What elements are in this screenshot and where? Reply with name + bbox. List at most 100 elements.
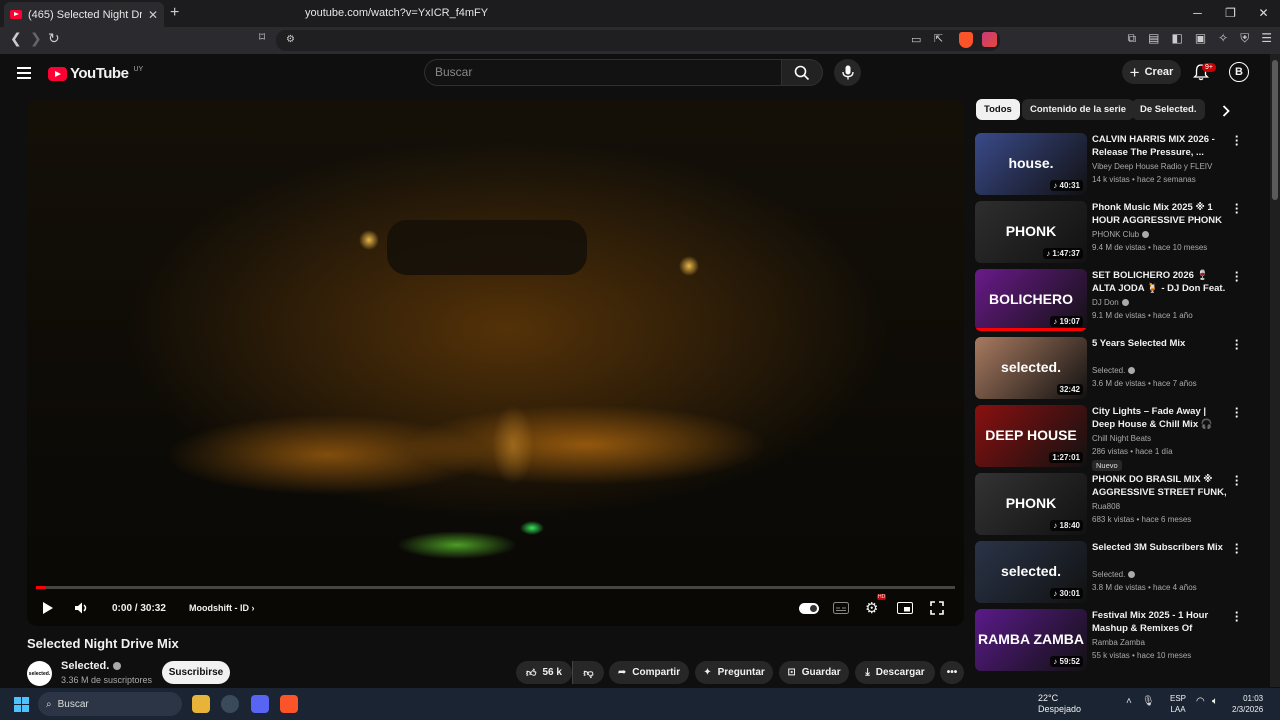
back-icon[interactable]: ❮ bbox=[10, 30, 22, 47]
restore-icon[interactable]: ❐ bbox=[1214, 0, 1247, 27]
language-indicator[interactable]: ESP LAA bbox=[1170, 693, 1186, 715]
list-item[interactable]: BOLICHERO ♪ 19:07 SET BOLICHERO 2026 🍷 ALT… bbox=[975, 266, 1265, 333]
volume-icon[interactable] bbox=[74, 601, 90, 615]
search-input[interactable] bbox=[435, 65, 781, 79]
create-button[interactable]: + Crear bbox=[1122, 60, 1181, 84]
video-thumbnail[interactable]: PHONK ♪ 1:47:37 bbox=[975, 201, 1087, 263]
more-vertical-icon[interactable]: · · · bbox=[1233, 198, 1241, 219]
list-item[interactable]: selected. 32:42 5 Years Selected Mix Select… bbox=[975, 334, 1265, 401]
channel-avatar[interactable]: selected. bbox=[27, 661, 52, 686]
download-button[interactable]: ⤓ Descargar bbox=[855, 661, 935, 684]
url-text[interactable]: youtube.com/watch?v=YxICR_f4mFY bbox=[305, 7, 488, 19]
recommendation-channel[interactable]: Selected. bbox=[1092, 570, 1136, 579]
scrollbar-thumb[interactable] bbox=[1272, 60, 1278, 200]
windows-start-icon[interactable] bbox=[14, 697, 29, 712]
recommendation-title[interactable]: 5 Years Selected Mix bbox=[1092, 337, 1230, 350]
page-scrollbar[interactable] bbox=[1270, 54, 1280, 687]
fullscreen-icon[interactable] bbox=[930, 601, 944, 615]
recommendation-title[interactable]: SET BOLICHERO 2026 🍷 ALTA JODA 🍹 - DJ Do… bbox=[1092, 269, 1230, 295]
tray-mic-icon[interactable]: 🎙︎ bbox=[1142, 696, 1155, 707]
bookmark-icon[interactable]: ⌑ bbox=[259, 30, 265, 44]
recommendation-channel[interactable]: DJ Don bbox=[1092, 298, 1129, 307]
address-bar[interactable] bbox=[276, 30, 1000, 51]
dislike-button[interactable]: 👎︎ bbox=[572, 661, 604, 684]
recommendation-channel[interactable]: Vibey Deep House Radio y FLEIV bbox=[1092, 162, 1212, 171]
account-avatar[interactable]: B bbox=[1229, 62, 1249, 82]
recommendation-channel[interactable]: Selected. bbox=[1092, 366, 1136, 375]
brave-browser-icon[interactable] bbox=[280, 695, 298, 713]
more-actions-button[interactable]: ••• bbox=[940, 661, 964, 684]
progress-bar[interactable] bbox=[36, 586, 955, 589]
vpn-icon[interactable]: ⛨ bbox=[1240, 31, 1249, 46]
site-settings-icon[interactable]: ⚙ bbox=[286, 34, 295, 45]
network-icon[interactable]: ◠ bbox=[1196, 696, 1205, 707]
chevron-right-icon[interactable] bbox=[1222, 105, 1230, 117]
more-vertical-icon[interactable]: · · · bbox=[1233, 266, 1241, 287]
sidebar-icon[interactable]: ◧ bbox=[1171, 31, 1182, 46]
share-page-icon[interactable]: ⇱ bbox=[934, 32, 943, 45]
discord-icon[interactable] bbox=[251, 695, 269, 713]
extensions-icon[interactable]: ⧉ bbox=[1128, 31, 1137, 46]
video-thumbnail[interactable]: selected. 32:42 bbox=[975, 337, 1087, 399]
subscribe-button[interactable]: Suscribirse bbox=[162, 661, 230, 684]
list-item[interactable]: RAMBA ZAMBA ♪ 59:52 Festival Mix 2025 - 1 … bbox=[975, 606, 1265, 673]
menu-icon[interactable]: ☰ bbox=[1261, 31, 1272, 46]
voice-search-button[interactable] bbox=[834, 59, 861, 86]
video-thumbnail[interactable]: BOLICHERO ♪ 19:07 bbox=[975, 269, 1087, 331]
list-item[interactable]: PHONK ♪ 18:40 PHONK DO BRASIL MIX ※ AGGRES… bbox=[975, 470, 1265, 537]
autoplay-toggle[interactable] bbox=[799, 602, 819, 614]
youtube-logo[interactable]: YouTube UY bbox=[48, 65, 143, 82]
more-vertical-icon[interactable]: · · · bbox=[1233, 402, 1241, 423]
taskbar-search[interactable]: ⌕ Buscar bbox=[38, 692, 182, 716]
video-thumbnail[interactable]: RAMBA ZAMBA ♪ 59:52 bbox=[975, 609, 1087, 671]
recommendation-title[interactable]: Selected 3M Subscribers Mix bbox=[1092, 541, 1230, 554]
video-thumbnail[interactable]: house. ♪ 40:31 bbox=[975, 133, 1087, 195]
recommendation-title[interactable]: CALVIN HARRIS MIX 2026 - Release The Pre… bbox=[1092, 133, 1230, 159]
video-player[interactable]: 0:00 / 30:32 Moodshift - ID › ⚙ HD bbox=[27, 100, 964, 626]
list-item[interactable]: selected. ♪ 30:01 Selected 3M Subscribers … bbox=[975, 538, 1265, 605]
channel-name-link[interactable]: Selected. bbox=[61, 660, 122, 672]
video-thumbnail[interactable]: PHONK ♪ 18:40 bbox=[975, 473, 1087, 535]
recommendation-title[interactable]: Festival Mix 2025 - 1 Hour Mashup & Remi… bbox=[1092, 609, 1230, 635]
ask-button[interactable]: ✦ Preguntar bbox=[695, 661, 773, 684]
minimize-icon[interactable]: ─ bbox=[1181, 0, 1214, 27]
recommendation-channel[interactable]: PHONK Club bbox=[1092, 230, 1150, 239]
weather-widget[interactable]: 22°C Despejado bbox=[1018, 693, 1081, 715]
list-item[interactable]: PHONK ♪ 1:47:37 Phonk Music Mix 2025 ※ 1 H… bbox=[975, 198, 1265, 265]
speaker-icon[interactable]: 🔈︎ bbox=[1212, 696, 1218, 707]
chip-series[interactable]: Contenido de la serie bbox=[1022, 99, 1135, 120]
list-item[interactable]: DEEP HOUSE 1:27:01 City Lights – Fade Away… bbox=[975, 402, 1265, 471]
recommendation-channel[interactable]: Rua808 bbox=[1092, 502, 1120, 511]
browser-tab[interactable]: (465) Selected Night Drive Mix - ✕ bbox=[4, 2, 164, 27]
share-button[interactable]: ➦ Compartir bbox=[609, 661, 689, 684]
recommendation-title[interactable]: PHONK DO BRASIL MIX ※ AGGRESSIVE STREET … bbox=[1092, 473, 1230, 499]
app-icon[interactable] bbox=[221, 695, 239, 713]
taskbar-clock[interactable]: 01:03 2/3/2026 bbox=[1232, 693, 1263, 715]
tray-chevron-icon[interactable]: ˄ bbox=[1126, 696, 1132, 707]
list-item[interactable]: house. ♪ 40:31 CALVIN HARRIS MIX 2026 - Re… bbox=[975, 130, 1265, 197]
like-button[interactable]: 👍︎ 56 k bbox=[516, 661, 572, 684]
settings-gear-icon[interactable]: ⚙ bbox=[865, 599, 878, 617]
more-vertical-icon[interactable]: · · · bbox=[1233, 334, 1241, 355]
cast-icon[interactable]: ▭ bbox=[911, 33, 921, 46]
video-thumbnail[interactable]: selected. ♪ 30:01 bbox=[975, 541, 1087, 603]
forward-icon[interactable]: ❯ bbox=[30, 30, 42, 47]
more-vertical-icon[interactable]: · · · bbox=[1233, 538, 1241, 559]
miniplayer-icon[interactable] bbox=[897, 602, 913, 614]
recommendation-title[interactable]: City Lights – Fade Away | Deep House & C… bbox=[1092, 405, 1230, 431]
new-tab-icon[interactable]: + bbox=[170, 4, 179, 22]
recommendation-channel[interactable]: Chill Night Beats bbox=[1092, 434, 1151, 443]
more-vertical-icon[interactable]: · · · bbox=[1233, 470, 1241, 491]
recommendation-title[interactable]: Phonk Music Mix 2025 ※ 1 HOUR AGGRESSIVE… bbox=[1092, 201, 1230, 227]
more-vertical-icon[interactable]: · · · bbox=[1233, 606, 1241, 627]
reader-icon[interactable]: ▤ bbox=[1148, 31, 1159, 46]
file-explorer-icon[interactable] bbox=[192, 695, 210, 713]
close-tab-icon[interactable]: ✕ bbox=[148, 8, 158, 22]
brave-shield-icon[interactable] bbox=[959, 32, 973, 48]
guide-menu-icon[interactable] bbox=[17, 67, 31, 79]
play-icon[interactable] bbox=[42, 601, 54, 615]
subtitles-icon[interactable] bbox=[833, 602, 849, 614]
save-button[interactable]: ⊡ Guardar bbox=[779, 661, 849, 684]
reload-icon[interactable]: ↻ bbox=[48, 30, 60, 47]
brave-rewards-icon[interactable] bbox=[982, 32, 997, 47]
